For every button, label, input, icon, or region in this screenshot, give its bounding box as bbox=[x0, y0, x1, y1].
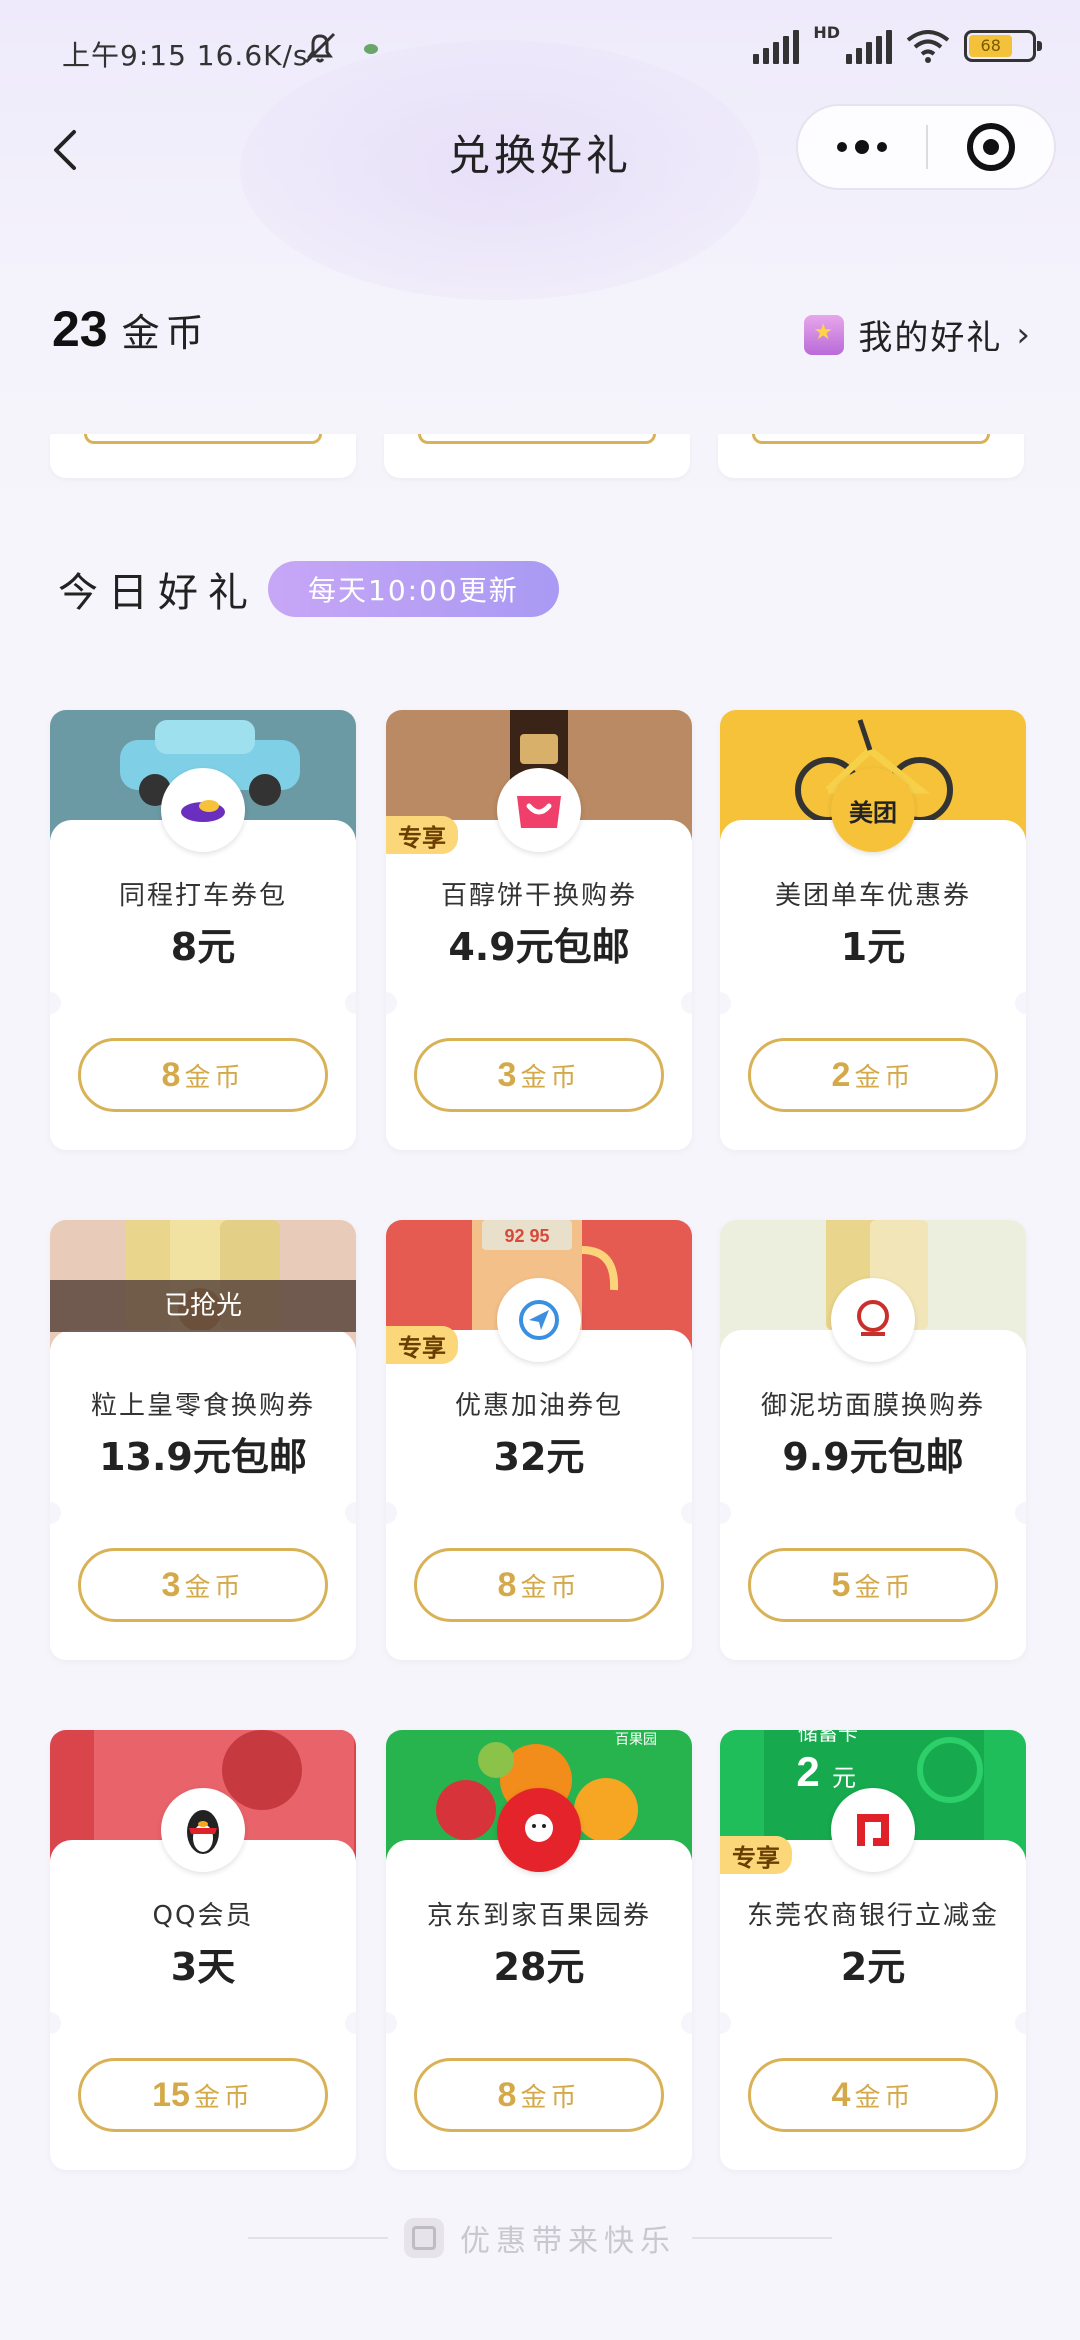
tongcheng-logo-icon bbox=[161, 768, 245, 852]
gift-price: 1元 bbox=[840, 925, 906, 969]
meituan-logo-icon: 美团 bbox=[831, 768, 915, 852]
close-target-icon bbox=[967, 123, 1015, 171]
sold-out-overlay: 已抢光 bbox=[50, 1280, 356, 1332]
status-bar: 上午9:15 16.6K/s HD 68 bbox=[0, 0, 1080, 100]
footer-text: 优惠带来快乐 bbox=[460, 2224, 676, 2259]
footer-logo-icon bbox=[404, 2218, 444, 2258]
redeem-button[interactable]: 3 金币 bbox=[414, 1038, 664, 1112]
gift-name: QQ会员 bbox=[152, 1901, 254, 1931]
svg-text:92 95: 92 95 bbox=[504, 1226, 549, 1246]
coin-balance: 23 金币 bbox=[52, 300, 210, 358]
gift-card-tongcheng[interactable]: 同程打车券包 8元 8 金币 bbox=[50, 710, 356, 1150]
navigation-arrow-icon bbox=[497, 1278, 581, 1362]
exclusive-tag: 专享 bbox=[720, 1836, 792, 1874]
redeem-button[interactable]: 3 金币 bbox=[78, 1548, 328, 1622]
gift-price: 32元 bbox=[493, 1435, 585, 1479]
gift-price: 2元 bbox=[840, 1945, 906, 1989]
svg-text:元: 元 bbox=[832, 1764, 856, 1792]
gift-card-qq-vip[interactable]: QQ会员 3天 15 金币 bbox=[50, 1730, 356, 2170]
battery-icon: 68 bbox=[964, 30, 1042, 62]
gift-name: 同程打车券包 bbox=[118, 881, 287, 911]
gift-name: 京东到家百果园券 bbox=[426, 1901, 651, 1931]
gift-card-yunifang[interactable]: 御泥坊面膜换购券 9.9元包邮 5 金币 bbox=[720, 1220, 1026, 1660]
my-gifts-label: 我的好礼 bbox=[858, 318, 1003, 358]
footer-slogan: 优惠带来快乐 bbox=[0, 2216, 1080, 2260]
gift-card-meituan-bike[interactable]: 美团 美团单车优惠券 1元 2 金币 bbox=[720, 710, 1026, 1150]
gift-card-lishanghuang[interactable]: 已抢光 粒上皇零食换购券 13.9元包邮 3 金币 bbox=[50, 1220, 356, 1660]
coin-count: 23 bbox=[52, 301, 108, 357]
svg-text:储蓄卡: 储蓄卡 bbox=[798, 1730, 858, 1745]
gift-name: 粒上皇零食换购券 bbox=[90, 1391, 315, 1421]
redeem-button[interactable]: 8 金币 bbox=[414, 2058, 664, 2132]
gift-name: 优惠加油券包 bbox=[454, 1391, 623, 1421]
gift-price: 13.9元包邮 bbox=[99, 1435, 307, 1479]
wifi-icon bbox=[906, 30, 950, 63]
notification-dot-icon bbox=[364, 44, 378, 54]
gift-name: 美团单车优惠券 bbox=[774, 881, 971, 911]
hd-label: HD bbox=[813, 22, 840, 42]
gift-price: 4.9元包邮 bbox=[448, 925, 630, 969]
redeem-button[interactable]: 15 金币 bbox=[78, 2058, 328, 2132]
update-time-badge: 每天10:00更新 bbox=[268, 561, 559, 617]
gift-price: 28元 bbox=[493, 1945, 585, 1989]
gift-name: 御泥坊面膜换购券 bbox=[760, 1391, 985, 1421]
redeem-button[interactable]: 5 金币 bbox=[748, 1548, 998, 1622]
redeem-button[interactable]: 8 金币 bbox=[414, 1548, 664, 1622]
partial-card[interactable] bbox=[384, 434, 690, 478]
qq-penguin-icon bbox=[161, 1788, 245, 1872]
footer-divider bbox=[248, 2237, 388, 2239]
redeem-button[interactable]: 8 金币 bbox=[78, 1038, 328, 1112]
coin-unit: 金币 bbox=[121, 311, 210, 355]
signal-icon bbox=[753, 28, 800, 64]
exclusive-tag: 专享 bbox=[386, 816, 458, 854]
svg-text:百果园: 百果园 bbox=[615, 1731, 657, 1747]
exclusive-tag: 专享 bbox=[386, 1326, 458, 1364]
nav-bar: 兑换好礼 bbox=[0, 100, 1080, 200]
close-miniapp-button[interactable] bbox=[928, 106, 1054, 188]
gift-card-dongguan-bank[interactable]: 储蓄卡 2 元 专享 东莞农商银行立减金 2元 4 金币 bbox=[720, 1730, 1026, 2170]
gift-star-icon bbox=[804, 314, 845, 355]
redeem-button[interactable]: 4 金币 bbox=[748, 2058, 998, 2132]
signal-icon-2 bbox=[846, 28, 892, 64]
miniapp-capsule bbox=[796, 104, 1056, 190]
today-gifts-header: 今日好礼 每天10:00更新 bbox=[58, 560, 559, 618]
redeem-button[interactable]: 2 金币 bbox=[748, 1038, 998, 1112]
jd-daojia-logo-icon bbox=[497, 1788, 581, 1872]
svg-text:2: 2 bbox=[796, 1748, 819, 1795]
dongguan-bank-logo-icon bbox=[831, 1788, 915, 1872]
shopping-bag-icon bbox=[497, 768, 581, 852]
gift-card-fuel[interactable]: 92 95 专享 优惠加油券包 32元 8 金币 bbox=[386, 1220, 692, 1660]
gift-price: 9.9元包邮 bbox=[782, 1435, 964, 1479]
gift-price: 8元 bbox=[170, 925, 236, 969]
section-title: 今日好礼 bbox=[58, 570, 258, 616]
partial-card[interactable] bbox=[718, 434, 1024, 478]
previous-row-cards bbox=[50, 434, 1030, 478]
yunifang-logo-icon bbox=[831, 1278, 915, 1362]
more-menu-button[interactable] bbox=[798, 106, 926, 188]
status-time: 上午9:15 16.6K/s bbox=[62, 39, 309, 72]
gift-price: 3天 bbox=[170, 1945, 236, 1989]
gift-name: 东莞农商银行立减金 bbox=[746, 1901, 999, 1931]
partial-card[interactable] bbox=[50, 434, 356, 478]
gift-card-jd-fruit[interactable]: 百果园 京东到家百果园券 28元 8 金币 bbox=[386, 1730, 692, 2170]
mute-bell-icon bbox=[304, 32, 336, 64]
gift-name: 百醇饼干换购券 bbox=[440, 881, 637, 911]
gift-card-baichun[interactable]: 专享 百醇饼干换购券 4.9元包邮 3 金币 bbox=[386, 710, 692, 1150]
my-gifts-link[interactable]: 我的好礼 › bbox=[804, 310, 1032, 359]
chevron-right-icon: › bbox=[1016, 314, 1032, 355]
footer-divider bbox=[692, 2237, 832, 2239]
